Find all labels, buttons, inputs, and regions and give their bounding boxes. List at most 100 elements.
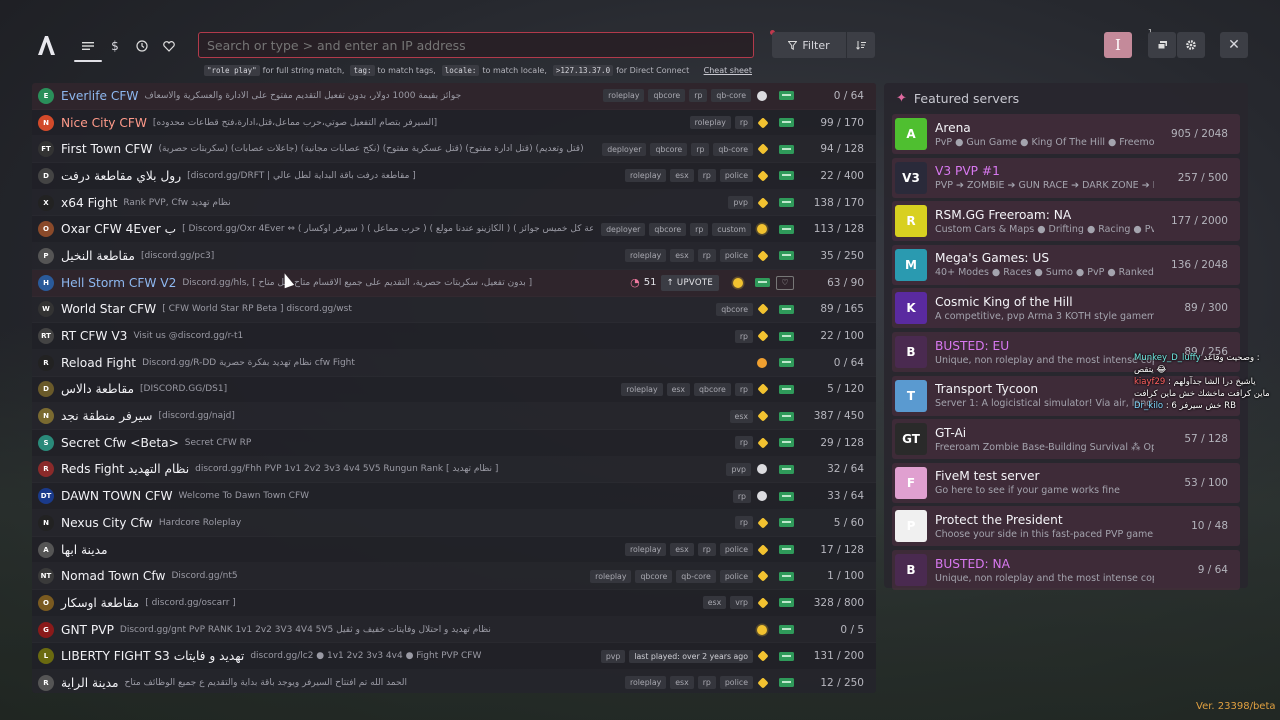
server-tag[interactable]: rp [734, 436, 753, 450]
server-row[interactable]: E Everlife CFW جوائز بقيمة 1000 دولار، بدو… [32, 83, 876, 110]
queue-button[interactable] [1148, 32, 1176, 58]
server-tag[interactable]: rp [697, 249, 716, 263]
featured-server[interactable]: R RSM.GG Freeroam: NA Custom Cars & Maps ●… [892, 201, 1240, 242]
server-tag[interactable]: rp [734, 116, 753, 130]
text-cursor-button[interactable]: I [1104, 32, 1132, 58]
server-row[interactable]: L LIBERTY FIGHT S3 تهديد و فايتات discord.… [32, 643, 876, 670]
close-button[interactable]: ✕ [1220, 32, 1248, 58]
server-row[interactable]: S Secret Cfw <Beta> Secret CFW RP rp 29 / 12… [32, 430, 876, 457]
server-row[interactable]: A مدينة ابها roleplay esx rp police 17 / 128 [32, 537, 876, 564]
featured-server[interactable]: GT GT-Ai Freeroam Zombie Base-Building Sur… [892, 419, 1240, 460]
server-row[interactable]: O Oxar CFW 4Ever ب [ Discord.gg/Oxr 4Ever … [32, 216, 876, 243]
server-tag[interactable]: custom [712, 222, 751, 236]
servers-list-tab[interactable] [74, 36, 102, 62]
server-tag[interactable]: rp [689, 89, 708, 103]
server-tag[interactable]: rp [734, 516, 753, 530]
server-tag[interactable]: qbcore [649, 222, 687, 236]
server-tag[interactable]: rp [697, 543, 716, 557]
server-tag[interactable]: police [719, 249, 753, 263]
server-tag[interactable]: qbcore [716, 302, 753, 316]
server-tag[interactable]: esx [729, 409, 753, 423]
filter-button[interactable]: Filter [772, 32, 846, 58]
server-row[interactable]: G GNT PVP Discord.gg/gnt PvP RANK 1v1 2v2 … [32, 617, 876, 644]
server-tag[interactable]: pvp [728, 196, 753, 210]
server-tag[interactable]: roleplay [624, 249, 667, 263]
server-row[interactable]: NT Nomad Town Cfw Discord.gg/nt5 roleplay qb… [32, 563, 876, 590]
cheat-sheet-link[interactable]: Cheat sheet [704, 66, 752, 75]
server-row[interactable]: R Reds Fight نظام التهديد discord.gg/Fhh P… [32, 457, 876, 484]
server-row[interactable]: N Nice City CFW [السيرفر بتصام التفعيل صوت… [32, 110, 876, 137]
server-tag[interactable]: esx [670, 169, 694, 183]
server-row[interactable]: O مقاطعة اوسكار [ discord.gg/oscarr ] esx vr… [32, 590, 876, 617]
featured-server[interactable]: K Cosmic King of the Hill A competitive, p… [892, 288, 1240, 329]
server-tag[interactable]: qb-core [676, 569, 716, 583]
fivem-logo-icon[interactable] [36, 34, 56, 56]
server-row[interactable]: N سيرفر منطقة نجد [discord.gg/najd] esx 387 … [32, 403, 876, 430]
server-tag[interactable]: qbcore [694, 382, 731, 396]
server-tag[interactable]: roleplay [621, 382, 663, 396]
server-row[interactable]: Xx64 Fight Rank PVP, Cfw نظام تهديد pvp 138… [32, 190, 876, 217]
server-icon: DT [38, 488, 54, 505]
server-list[interactable]: E Everlife CFW جوائز بقيمة 1000 دولار، بدو… [32, 83, 876, 693]
server-tag[interactable]: qbcore [648, 89, 686, 103]
server-row[interactable]: P مقاطعة النخيل [discord.gg/pc3] roleplay es… [32, 243, 876, 270]
server-tag[interactable]: qbcore [650, 142, 688, 156]
server-tag[interactable]: rp [691, 142, 710, 156]
favorites-tab[interactable] [157, 36, 181, 56]
featured-server[interactable]: A Arena PvP ● Gun Game ● King Of The Hill … [892, 114, 1240, 154]
server-tag[interactable]: rp [697, 169, 716, 183]
server-tag[interactable]: vrp [730, 596, 753, 610]
server-tag[interactable]: roleplay [624, 676, 667, 690]
server-row[interactable]: DT DAWN TOWN CFW Welcome To Dawn Town CFW r… [32, 483, 876, 510]
server-tag[interactable]: qb-core [711, 89, 751, 103]
server-tag[interactable]: esx [670, 543, 694, 557]
server-row[interactable]: RT RT CFW V3 Visit us @discord.gg/r-t1 rp 22… [32, 323, 876, 350]
server-tag[interactable]: police [719, 169, 753, 183]
server-tag[interactable]: deployer [602, 142, 647, 156]
server-tag[interactable]: rp [734, 382, 753, 396]
upvote-button[interactable]: ↑ UPVOTE [660, 274, 719, 291]
server-tag[interactable]: roleplay [603, 89, 645, 103]
server-tag[interactable]: roleplay [624, 169, 667, 183]
settings-button[interactable] [1177, 32, 1205, 58]
server-row[interactable]: D مقاطعة دالاس [DISCORD.GG/DS1] roleplay esx… [32, 377, 876, 404]
server-tag[interactable]: esx [670, 249, 694, 263]
server-tag[interactable]: police [719, 543, 753, 557]
server-tag[interactable]: deployer [601, 222, 646, 236]
server-tag[interactable]: police [719, 676, 753, 690]
server-tag[interactable]: pvp [600, 649, 626, 663]
status-icon [757, 677, 769, 689]
server-tag[interactable]: rp [697, 676, 716, 690]
sort-button[interactable] [847, 32, 875, 58]
server-tag[interactable]: qbcore [635, 569, 673, 583]
server-row[interactable]: FT First Town CFW (سكربتات حصرية) (جاعلات … [32, 136, 876, 163]
server-tag[interactable]: rp [734, 329, 753, 343]
server-row[interactable]: D رول بلاي مقاطعة درفت [discord.gg/DRFT | … [32, 163, 876, 190]
premium-tab[interactable]: $ [103, 36, 127, 56]
featured-server[interactable]: M Mega's Games: US 40+ Modes ● Races ● Sum… [892, 244, 1240, 285]
history-tab[interactable] [130, 36, 154, 56]
server-row[interactable]: R Reload Fight Discord.gg/R-DD نظام تهديد … [32, 350, 876, 377]
featured-server[interactable]: P Protect the President Choose your side i… [892, 506, 1240, 547]
server-row[interactable]: W World Star CFW [ CFW World Star RP Beta … [32, 297, 876, 324]
server-row[interactable]: R مدينة الراية الحمد الله تم افتتاح السيرف… [32, 670, 876, 693]
player-count: 5 / 60 [833, 516, 864, 529]
server-row[interactable]: H Hell Storm CFW V2 Discord.gg/hls, [ بدون… [32, 269, 876, 297]
server-tag[interactable]: rp [690, 222, 709, 236]
server-tag[interactable]: rp [732, 489, 751, 503]
server-tag[interactable]: roleplay [624, 543, 667, 557]
favorite-icon[interactable]: ♡ [776, 275, 794, 290]
featured-server[interactable]: V3 V3 PVP #1 PVP ➔ ZOMBIE ➔ GUN RACE ➔ DAR… [892, 157, 1240, 198]
server-row[interactable]: N Nexus City Cfw Hardcore Roleplay rp 5 / 60 [32, 510, 876, 537]
featured-server[interactable]: B BUSTED: NA Unique, non roleplay and the … [892, 550, 1240, 590]
server-tag[interactable]: roleplay [590, 569, 632, 583]
server-tag[interactable]: roleplay [689, 116, 731, 130]
server-tag[interactable]: esx [666, 382, 691, 396]
search-input[interactable] [198, 32, 754, 58]
server-tag[interactable]: police [719, 569, 753, 583]
server-tag[interactable]: pvp [726, 462, 751, 476]
server-tag[interactable]: esx [702, 596, 727, 610]
server-tag[interactable]: esx [670, 676, 694, 690]
server-tag[interactable]: qb-core [713, 142, 753, 156]
featured-server[interactable]: F FiveM test server Go here to see if your… [892, 462, 1240, 503]
